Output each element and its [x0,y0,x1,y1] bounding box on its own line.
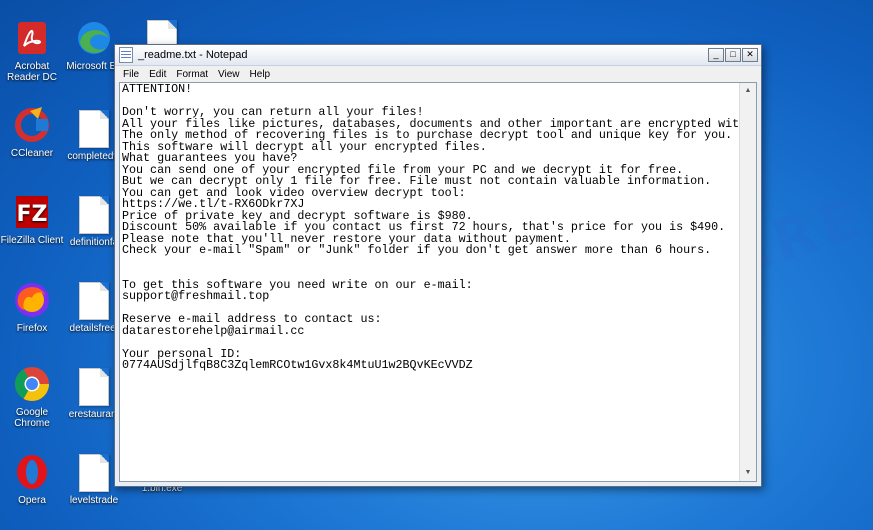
opera-icon [12,452,52,492]
menu-help[interactable]: Help [245,69,276,80]
file-icon [79,196,109,234]
desktop-icon-label: Opera [18,495,46,506]
file-icon [79,454,109,492]
desktop-icon-label: Google [15,407,49,418]
menu-format[interactable]: Format [171,69,213,80]
firefox-icon [12,280,52,320]
menu-bar: File Edit Format View Help [115,66,761,82]
document-text[interactable]: ATTENTION! Don't worry, you can return a… [122,84,738,481]
minimize-button[interactable]: _ [708,48,724,62]
notepad-window[interactable]: _readme.txt - Notepad _ □ ✕ File Edit Fo… [114,44,762,487]
file-icon [79,282,109,320]
filezilla-icon: FZ [12,192,52,232]
maximize-button[interactable]: □ [725,48,741,62]
desktop-icon-label: Reader DC [6,72,58,83]
acrobat-icon [12,18,52,58]
vertical-scrollbar[interactable]: ▲ ▼ [739,83,756,481]
scroll-up-arrow-icon[interactable]: ▲ [740,83,756,99]
menu-edit[interactable]: Edit [144,69,171,80]
text-editor[interactable]: ATTENTION! Don't worry, you can return a… [119,82,757,482]
chrome-icon [12,364,52,404]
ccleaner-icon [12,105,52,145]
svg-text:FZ: FZ [17,202,48,227]
window-title: _readme.txt - Notepad [138,49,248,61]
menu-view[interactable]: View [213,69,245,80]
desktop-icon-label: CCleaner [10,148,54,159]
file-icon [79,110,109,148]
desktop-icon-acrobat[interactable]: Acrobat Reader DC [0,18,64,83]
edge-icon [74,18,114,58]
scroll-down-arrow-icon[interactable]: ▼ [740,465,756,481]
desktop-icon-firefox[interactable]: Firefox [0,280,64,334]
notepad-icon [119,47,133,63]
desktop-icon-chrome[interactable]: Google Chrome [0,364,64,429]
desktop-icon-label: Acrobat [14,61,50,72]
desktop-icon-label: Firefox [16,323,48,334]
window-controls: _ □ ✕ [708,48,761,62]
desktop-icon-ccleaner[interactable]: CCleaner [0,105,64,159]
title-bar[interactable]: _readme.txt - Notepad _ □ ✕ [115,45,761,66]
file-icon [79,368,109,406]
close-button[interactable]: ✕ [742,48,758,62]
desktop-icon-opera[interactable]: Opera [0,452,64,506]
desktop-icon-label: FileZilla Client [0,235,64,246]
desktop-icon-label: Chrome [14,418,50,429]
menu-file[interactable]: File [118,69,144,80]
desktop-icon-filezilla[interactable]: FZ FileZilla Client [0,192,64,246]
desktop-icon-label: levelstrade [69,495,119,506]
